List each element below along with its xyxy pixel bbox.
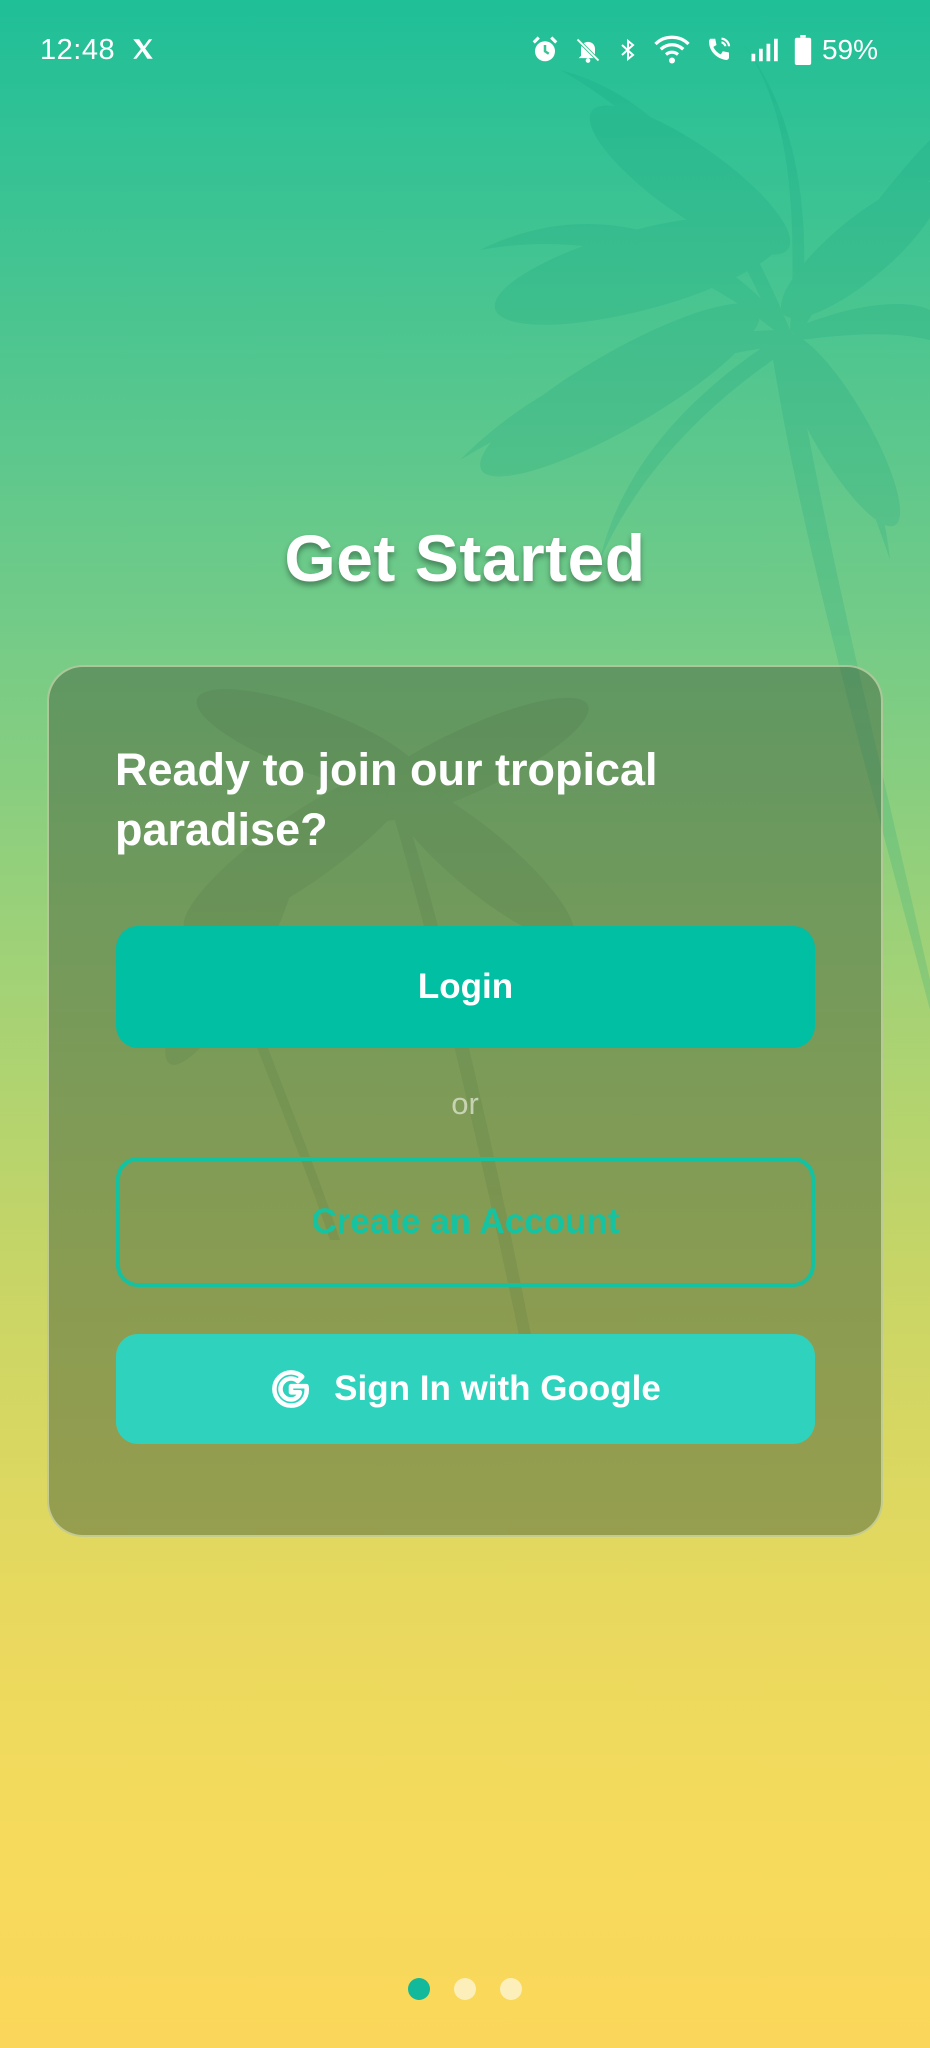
google-icon: [272, 1370, 310, 1408]
login-button-label: Login: [417, 967, 514, 1006]
create-account-button[interactable]: Create an Account: [116, 1157, 815, 1287]
create-account-button-label: Create an Account: [311, 1202, 620, 1241]
pagination-dot-2[interactable]: [454, 1978, 476, 2000]
login-button[interactable]: Login: [116, 926, 815, 1048]
or-divider-text: or: [451, 1086, 479, 1121]
google-button-label: Sign In with Google: [334, 1369, 661, 1408]
battery-icon: [794, 35, 812, 65]
mute-icon: [576, 38, 600, 63]
pagination-dot-1[interactable]: [408, 1978, 430, 2000]
card-heading: Ready to join our tropical paradise?: [115, 744, 658, 855]
bluetooth-icon: [621, 38, 635, 62]
pagination-dot-3[interactable]: [500, 1978, 522, 2000]
signal-icon: [751, 38, 778, 62]
pagination-dots: [0, 1978, 930, 2000]
x-icon: [133, 39, 153, 59]
status-icons: 59%: [530, 30, 878, 70]
status-bar: 12:48 59%: [0, 0, 930, 104]
google-sign-in-button[interactable]: Sign In with Google: [116, 1334, 815, 1444]
wifi-icon: [654, 35, 690, 64]
status-time: 12:48: [40, 34, 116, 66]
wifi-call-icon: [708, 37, 731, 60]
alarm-icon: [532, 36, 558, 62]
page-title: Get Started: [284, 521, 646, 595]
battery-percentage: 59%: [821, 34, 878, 65]
